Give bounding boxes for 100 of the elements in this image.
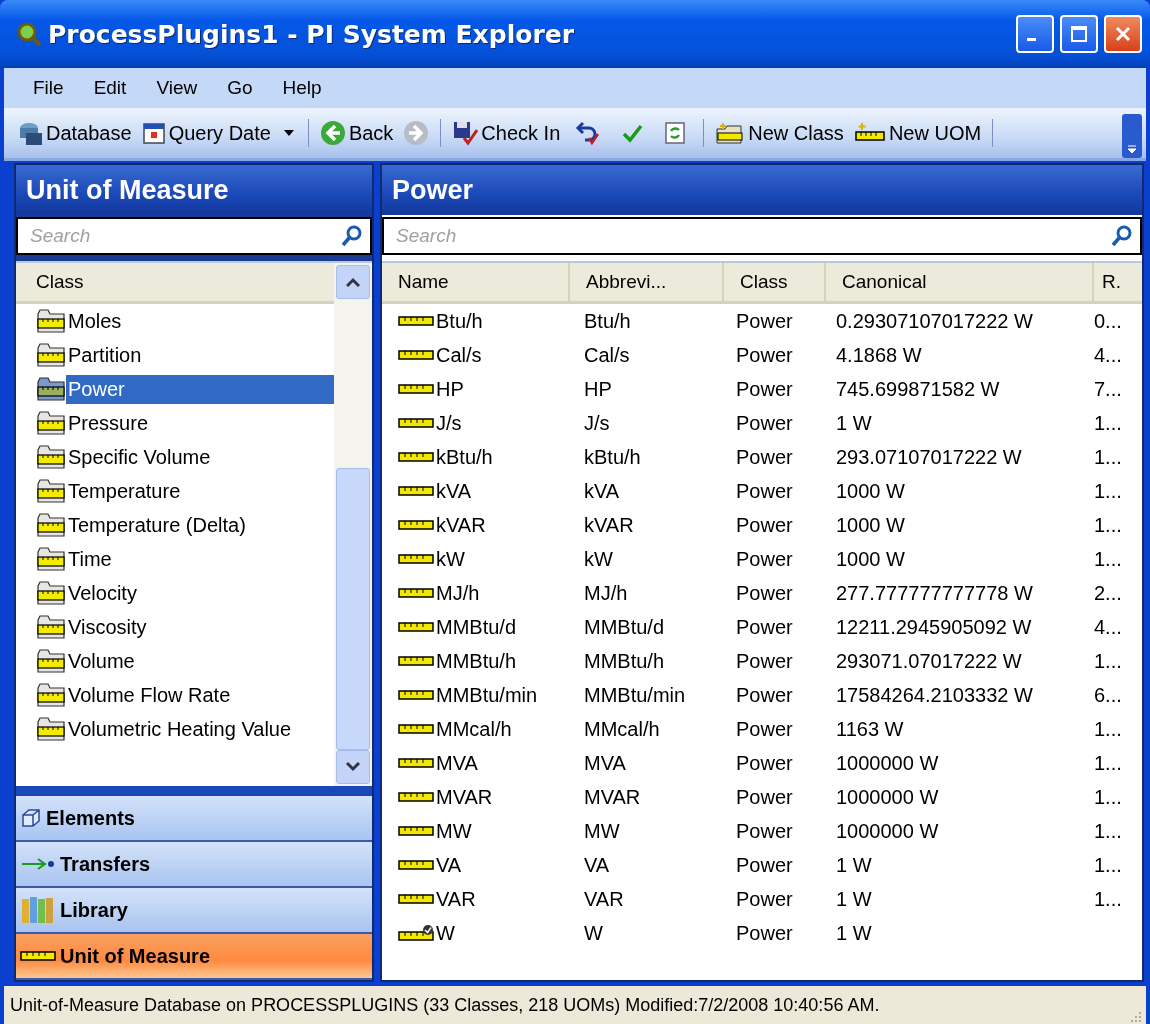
search-field[interactable]: Search	[382, 217, 1142, 255]
table-cell-text: Power	[735, 751, 794, 775]
column-header[interactable]: R.	[1094, 263, 1142, 301]
query-date-button[interactable]: Query Date	[138, 119, 274, 147]
resize-grip-icon[interactable]	[1128, 1010, 1142, 1024]
table-cell: kVAR	[436, 513, 486, 537]
toolbar-overflow-icon[interactable]	[1122, 114, 1142, 158]
table-cell-text: Power	[735, 479, 794, 503]
class-list-item[interactable]: Viscosity	[66, 612, 334, 642]
table-cell-text: Power	[735, 445, 794, 469]
scroll-down-button[interactable]	[336, 750, 370, 784]
class-list-item[interactable]: Moles	[66, 306, 334, 336]
table-cell-text: 1...	[1093, 547, 1123, 571]
class-list-item[interactable]: Time	[66, 544, 334, 574]
table-cell-text: Power	[735, 887, 794, 911]
table-cell-text: Power	[735, 377, 794, 401]
table-cell-text: 1000 W	[835, 513, 906, 537]
class-list-item[interactable]: Volume Flow Rate	[66, 680, 334, 710]
minimize-button[interactable]	[1016, 15, 1054, 53]
class-list-item[interactable]: Velocity	[66, 578, 334, 608]
table-cell: kBtu/h	[436, 445, 493, 469]
maximize-button[interactable]	[1060, 15, 1098, 53]
navigation-button[interactable]: Library	[16, 888, 372, 934]
menu-item[interactable]: Go	[212, 77, 268, 99]
class-list-item[interactable]: Partition	[66, 340, 334, 370]
class-list-item[interactable]: Pressure	[66, 408, 334, 438]
check-in-button[interactable]: Check In	[449, 118, 564, 148]
table-cell: kW	[436, 547, 465, 571]
navigation-button[interactable]: Transfers	[16, 842, 372, 888]
table-cell-text: 1 W	[835, 887, 873, 911]
checkmark-icon[interactable]	[621, 122, 644, 144]
database-icon	[17, 120, 43, 146]
table-cell-text: VAR	[583, 887, 625, 911]
class-list-item[interactable]: Volume	[66, 646, 334, 676]
scroll-thumb[interactable]	[336, 468, 370, 750]
table-cell-text: kVA	[583, 479, 621, 503]
table-cell-text: 1...	[1093, 513, 1123, 537]
chevron-down-icon	[346, 762, 360, 772]
search-icon[interactable]	[1110, 224, 1134, 248]
class-list-item[interactable]: Temperature	[66, 476, 334, 506]
menu-item[interactable]: Edit	[78, 77, 142, 99]
database-button[interactable]: Database	[14, 118, 135, 148]
undo-icon[interactable]	[575, 120, 602, 146]
column-header[interactable]: Abbrevi...	[570, 263, 724, 301]
menu-item[interactable]: View	[141, 77, 213, 99]
back-button[interactable]: Back	[316, 118, 397, 148]
table-cell-text: 4.1868 W	[835, 343, 923, 367]
table-cell-text: 1...	[1093, 785, 1123, 809]
column-header[interactable]: Canonical	[826, 263, 1094, 301]
table-cell-text: 1...	[1093, 887, 1123, 911]
scroll-up-button[interactable]	[336, 265, 370, 299]
table-cell-text: Cal/s	[583, 343, 631, 367]
menu-item[interactable]: Help	[267, 77, 337, 99]
table-cell-text: kVAR	[583, 513, 635, 537]
table-cell: MMBtu/min	[436, 683, 538, 707]
table-cell-text: Power	[735, 683, 794, 707]
class-list-item[interactable]: Specific Volume	[66, 442, 334, 472]
splitter-handle[interactable]	[16, 786, 372, 796]
table-cell-text: 1...	[1093, 411, 1123, 435]
table-cell-text: Power	[735, 717, 794, 741]
table-cell-text: Btu/h	[583, 309, 632, 333]
table-cell: MVA	[436, 751, 478, 775]
column-header[interactable]: Name	[382, 263, 570, 301]
search-icon[interactable]	[340, 224, 364, 248]
folder-icon	[36, 682, 66, 708]
refresh-icon[interactable]	[663, 121, 688, 145]
table-cell-text: W	[583, 921, 604, 945]
table-cell-text: MW	[583, 819, 621, 843]
table-cell-text: Power	[735, 547, 794, 571]
class-list-item[interactable]: Power	[66, 374, 334, 404]
navigation-button[interactable]: Unit of Measure	[16, 934, 372, 980]
menu-item[interactable]: File	[18, 77, 79, 99]
status-text: Unit-of-Measure Database on PROCESSPLUGINS (33 Classes, 218 UOMs) Modified:7/2/2008 10:40:56 AM.	[10, 994, 880, 1016]
new-class-button[interactable]: New Class	[712, 119, 847, 147]
table-cell: kVA	[436, 479, 472, 503]
caret-icon[interactable]	[283, 130, 294, 136]
table-cell-text: 1000000 W	[835, 819, 940, 843]
table-cell-text: 1...	[1093, 717, 1123, 741]
table-cell-text: 1000000 W	[835, 785, 940, 809]
folder-icon	[36, 648, 66, 674]
new-uom-button[interactable]: New UOM	[850, 119, 985, 147]
class-list-item[interactable]: Volumetric Heating Value	[66, 714, 334, 744]
scrollbar[interactable]	[334, 263, 372, 786]
folder-icon	[36, 716, 66, 742]
column-header[interactable]: Class	[16, 263, 334, 304]
column-header[interactable]: Class	[724, 263, 826, 301]
arrow-icon	[20, 857, 56, 871]
navigation-button[interactable]: Elements	[16, 796, 372, 842]
search-field[interactable]: Search	[16, 217, 372, 255]
table-cell-text: 1...	[1093, 853, 1123, 877]
folder-icon	[36, 444, 66, 470]
table-cell-text: 7...	[1093, 377, 1123, 401]
class-list-item[interactable]: Temperature (Delta)	[66, 510, 334, 540]
table-cell-text: J/s	[583, 411, 611, 435]
close-button[interactable]	[1104, 15, 1142, 53]
table-cell: HP	[436, 377, 464, 401]
table-cell: W	[436, 921, 455, 945]
folder-icon	[36, 478, 66, 504]
maximize-icon	[1069, 24, 1089, 44]
calendar-icon	[141, 121, 166, 145]
